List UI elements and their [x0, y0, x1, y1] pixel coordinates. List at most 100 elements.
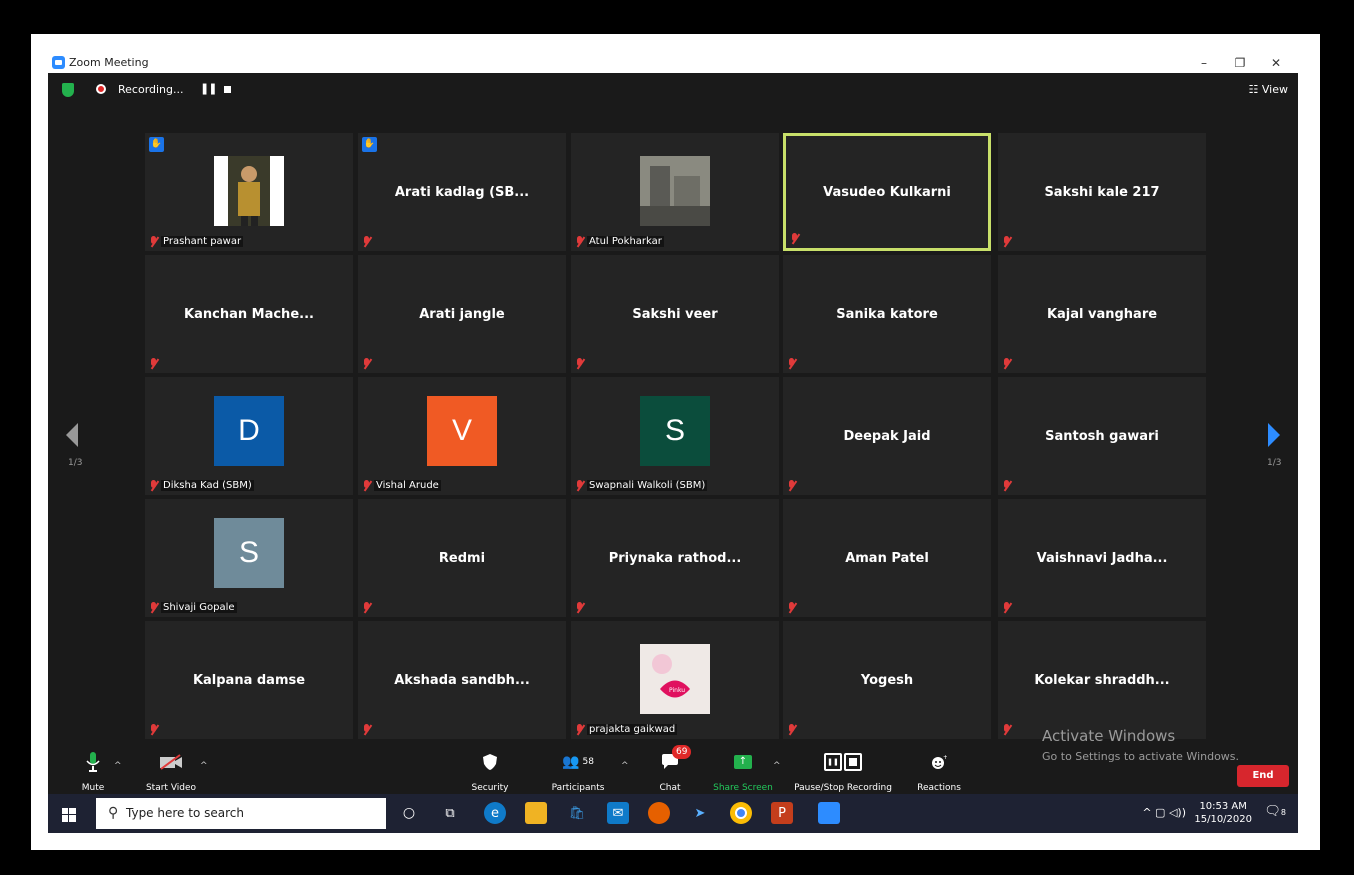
encryption-shield-icon[interactable]: [62, 83, 74, 97]
page-indicator-left: 1/3: [68, 458, 83, 468]
participant-tile[interactable]: Redmi: [358, 499, 566, 617]
participant-tile[interactable]: Santosh gawari: [998, 377, 1206, 495]
next-page-icon[interactable]: [1268, 423, 1280, 447]
view-button[interactable]: ☷ View: [1249, 83, 1288, 96]
muted-mic-icon: [362, 724, 371, 735]
chat-button[interactable]: 69 Chat: [648, 743, 692, 793]
participant-tile[interactable]: D Diksha Kad (SBM): [145, 377, 353, 495]
participant-label: prajakta gaikwad: [587, 724, 678, 735]
participant-tile[interactable]: Vaishnavi Jadha...: [998, 499, 1206, 617]
participant-tile[interactable]: Arati jangle: [358, 255, 566, 373]
zoom-taskbar-icon[interactable]: [818, 802, 840, 824]
muted-mic-icon: [575, 480, 584, 491]
window-title: Zoom Meeting: [69, 56, 149, 69]
muted-mic-icon: [149, 480, 158, 491]
muted-mic-icon: [1002, 480, 1011, 491]
participant-label: Shivaji Gopale: [161, 602, 237, 613]
chat-icon: 69: [648, 745, 692, 773]
chrome-icon[interactable]: [730, 802, 752, 824]
participant-tile[interactable]: Sanika katore: [783, 255, 991, 373]
taskbar-clock[interactable]: 10:53 AM 15/10/2020: [1194, 800, 1252, 826]
participant-tile[interactable]: Sakshi veer: [571, 255, 779, 373]
microphone-icon: [73, 751, 113, 773]
notification-icon[interactable]: 🗨8: [1264, 804, 1286, 819]
participants-button[interactable]: 👥 58 Participants: [543, 743, 613, 793]
muted-mic-icon: [362, 358, 371, 369]
participant-name: Sakshi kale 217: [1044, 184, 1160, 200]
store-icon[interactable]: 🛍: [566, 802, 588, 824]
participant-tile[interactable]: Pinku prajakta gaikwad: [571, 621, 779, 739]
participant-tile[interactable]: Kolekar shraddh...: [998, 621, 1206, 739]
participant-name: Santosh gawari: [1045, 428, 1159, 444]
end-meeting-button[interactable]: End: [1237, 765, 1289, 787]
participant-tile[interactable]: Arati kadlag (SB... ✋: [358, 133, 566, 251]
participant-name: Deepak Jaid: [843, 428, 931, 444]
participant-tile[interactable]: Yogesh: [783, 621, 991, 739]
participant-label: Vishal Arude: [374, 480, 441, 491]
participant-tile[interactable]: Kajal vanghare: [998, 255, 1206, 373]
participant-tile[interactable]: Kanchan Mache...: [145, 255, 353, 373]
previous-page-icon[interactable]: [66, 423, 78, 447]
participant-name: Priynaka rathod...: [608, 550, 742, 566]
participant-name: Kajal vanghare: [1046, 306, 1158, 322]
participant-tile[interactable]: Kalpana damse: [145, 621, 353, 739]
security-shield-icon: [465, 751, 515, 773]
video-options-chevron-icon[interactable]: ^: [200, 761, 208, 771]
file-explorer-icon[interactable]: [525, 802, 547, 824]
participant-tile[interactable]: V Vishal Arude: [358, 377, 566, 495]
participant-tile[interactable]: Aman Patel: [783, 499, 991, 617]
participant-label: Diksha Kad (SBM): [161, 480, 254, 491]
pause-recording-button[interactable]: ❚❚: [200, 82, 217, 95]
participant-name: Kanchan Mache...: [184, 306, 314, 322]
stop-recording-button[interactable]: [224, 86, 231, 93]
participant-tile[interactable]: Atul Pokharkar: [571, 133, 779, 251]
security-button[interactable]: Security: [465, 743, 515, 793]
avatar: D: [214, 396, 284, 466]
firefox-icon[interactable]: [648, 802, 670, 824]
reactions-button[interactable]: + Reactions: [914, 743, 964, 793]
participants-chevron-icon[interactable]: ^: [621, 761, 629, 771]
cortana-icon[interactable]: ○: [398, 802, 420, 824]
taskbar-search[interactable]: ⚲ Type here to search: [96, 798, 386, 829]
muted-mic-icon: [787, 602, 796, 613]
pause-stop-icon: ❚❚: [793, 751, 893, 773]
participant-tile[interactable]: S Swapnali Walkoli (SBM): [571, 377, 779, 495]
participant-tile[interactable]: ✋ Prashant pawar: [145, 133, 353, 251]
muted-mic-icon: [575, 724, 584, 735]
muted-mic-icon: [149, 236, 158, 247]
participant-tile[interactable]: Sakshi kale 217: [998, 133, 1206, 251]
recording-status: Recording...: [118, 83, 184, 96]
participant-tile[interactable]: Akshada sandbh...: [358, 621, 566, 739]
system-tray[interactable]: ^ ▢ ◁)): [1142, 806, 1186, 819]
participant-name: Arati kadlag (SB...: [394, 184, 530, 200]
participant-tile[interactable]: Priynaka rathod...: [571, 499, 779, 617]
windows-start-icon[interactable]: [62, 807, 76, 822]
participant-tile[interactable]: Deepak Jaid: [783, 377, 991, 495]
participant-name: Vasudeo Kulkarni: [823, 184, 951, 200]
participant-name: Sanika katore: [836, 306, 938, 322]
participant-tile[interactable]: Vasudeo Kulkarni: [783, 133, 991, 251]
search-icon: ⚲: [108, 805, 119, 821]
participant-label: Atul Pokharkar: [587, 236, 664, 247]
edge-icon[interactable]: e: [484, 802, 506, 824]
video-off-icon: [145, 751, 197, 773]
start-video-button[interactable]: Start Video: [145, 743, 197, 793]
zoom-app-icon: [52, 56, 65, 69]
powerpoint-icon[interactable]: P: [771, 802, 793, 824]
mail-icon[interactable]: ✉: [607, 802, 629, 824]
minimize-button[interactable]: –: [1186, 53, 1222, 73]
muted-mic-icon: [575, 236, 584, 247]
notification-count: 8: [1280, 808, 1286, 817]
task-view-icon[interactable]: ⧉: [439, 802, 461, 824]
mute-button[interactable]: Mute: [73, 743, 113, 793]
share-screen-button[interactable]: ↑ Share Screen: [711, 743, 775, 793]
participant-tile[interactable]: S Shivaji Gopale: [145, 499, 353, 617]
close-button[interactable]: ✕: [1258, 53, 1294, 73]
pause-stop-recording-button[interactable]: ❚❚ Pause/Stop Recording: [793, 743, 893, 793]
muted-mic-icon: [787, 480, 796, 491]
share-options-chevron-icon[interactable]: ^: [773, 761, 781, 771]
restore-button[interactable]: ❐: [1222, 53, 1258, 73]
app-icon[interactable]: ➤: [689, 802, 711, 824]
audio-options-chevron-icon[interactable]: ^: [114, 761, 122, 771]
participant-name: Redmi: [438, 550, 486, 566]
